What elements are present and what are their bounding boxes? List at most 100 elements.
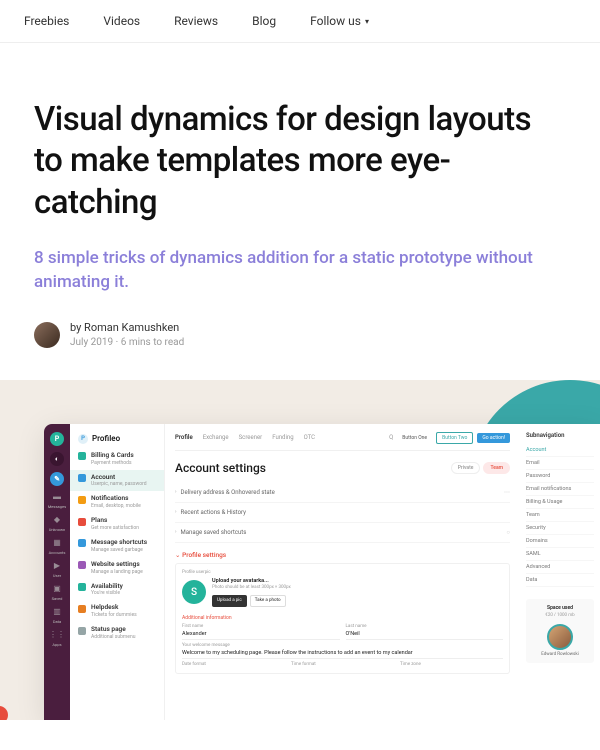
article: Visual dynamics for design layouts to ma… [0,43,600,380]
sidebar-item[interactable]: Status pageAdditional submenu [70,622,164,644]
section-heading: ⌄ Profile settings [175,543,510,561]
rail-icon[interactable]: ◐ [50,452,64,466]
hero-section: P ◐ ✎ ▬Messages ◆Unknown ▦Accounts ▶User… [0,380,600,720]
nav-freebies[interactable]: Freebies [24,14,69,28]
sidebar-item[interactable]: AccountUserpic, name, password [70,470,164,492]
subnav-item[interactable]: Account [526,444,594,457]
toggle-icon[interactable]: ⋯ [504,489,510,496]
subnav-item[interactable]: Billing & Usage [526,496,594,509]
messages-icon[interactable]: ▬ [52,492,62,502]
tab-funding[interactable]: Funding [272,434,293,441]
menu-icon [78,474,86,482]
nav-blog[interactable]: Blog [252,14,276,28]
space-label: Space used [532,605,588,611]
tab-exchange[interactable]: Exchange [203,434,229,441]
tab-screener[interactable]: Screener [239,434,263,441]
profile-settings-box: Profile userpic S Upload your avatarka..… [175,563,510,674]
apps-icon[interactable]: ⋮⋮ [52,630,62,640]
sidebar-item[interactable]: AvailabilityYou're visible [70,579,164,601]
subnav-item[interactable]: Email notifications [526,483,594,496]
rail-icon[interactable]: ✎ [50,472,64,486]
subnav-item[interactable]: Data [526,574,594,587]
subnav-item[interactable]: Advanced [526,561,594,574]
nav-reviews[interactable]: Reviews [174,14,218,28]
go-action-button[interactable]: Go action! [477,433,510,443]
dashboard-mockup: P ◐ ✎ ▬Messages ◆Unknown ▦Accounts ▶User… [44,424,600,720]
chevron-right-icon: › [175,489,177,495]
page-heading: Account settings Private Team [175,461,510,475]
last-name-input[interactable]: O'Neil [346,629,504,640]
menu-icon [78,627,86,635]
chevron-down-icon: ▾ [365,17,369,26]
toggle-icon[interactable]: ○ [506,529,510,536]
time-format-label: Time format [291,662,394,667]
menu-icon [78,518,86,526]
subnav-item[interactable]: Security [526,522,594,535]
menu-icon [78,561,86,569]
settings-row[interactable]: ›Recent actions & History [175,503,510,523]
upload-pic-button[interactable]: Upload a pic [212,595,247,607]
menu-icon [78,605,86,613]
upload-hint: Photo should be at least 300px × 300px [212,585,291,591]
chip-private[interactable]: Private [451,462,481,474]
sidebar-item[interactable]: HelpdeskTickets for dummies [70,600,164,622]
subnav-item[interactable]: Domains [526,535,594,548]
author-avatar [34,322,60,348]
chip-team[interactable]: Team [483,462,510,474]
article-meta: July 2019 · 6 mins to read [70,336,184,350]
main-panel: Profile Exchange Screener Funding OTC Q … [165,424,600,720]
tab-otc[interactable]: OTC [304,434,315,441]
date-format-label: Date format [182,662,285,667]
sidebar-logo[interactable]: PProfileo [70,430,164,448]
settings-row[interactable]: ›Delivery address & Onhovered state⋯ [175,483,510,503]
menu-icon [78,496,86,504]
profile-avatar: S [182,580,206,604]
nav-follow[interactable]: Follow us▾ [310,14,369,28]
sidebar-item[interactable]: Website settingsManage a landing page [70,557,164,579]
right-sidebar: Subnavigation AccountEmailPasswordEmail … [520,424,600,720]
settings-row[interactable]: ›Manage saved shortcuts○ [175,523,510,543]
decorative-circle [0,706,8,720]
chevron-right-icon: › [175,509,177,515]
byline: by Roman Kamushken July 2019 · 6 mins to… [34,320,566,349]
article-title: Visual dynamics for design layouts to ma… [34,99,566,223]
saved-icon[interactable]: ▣ [52,584,62,594]
subnav-heading: Subnavigation [526,432,594,439]
author-name: by Roman Kamushken [70,320,184,335]
icon-rail: P ◐ ✎ ▬Messages ◆Unknown ▦Accounts ▶User… [44,424,70,720]
profile-userpic-label: Profile userpic [182,570,503,575]
sidebar-item[interactable]: Message shortcutsManage saved garbage [70,535,164,557]
time-zone-label: Time zone [400,662,503,667]
first-name-input[interactable]: Alexander [182,629,340,640]
nav-videos[interactable]: Videos [103,14,140,28]
article-subtitle: 8 simple tricks of dynamics addition for… [34,247,566,295]
button-two[interactable]: Button Two [436,432,473,444]
button-one[interactable]: Button One [397,433,432,443]
tab-profile[interactable]: Profile [175,434,193,441]
menu-icon [78,539,86,547]
sidebar-item[interactable]: NotificationsEmail, desktop, mobile [70,491,164,513]
space-used-widget: Space used €20 / 1000 mb Edward Rowlowsk… [526,599,594,663]
search-icon[interactable]: Q [389,434,393,441]
sidebar-item[interactable]: PlansGet more satisfaction [70,513,164,535]
sidebar-item[interactable]: Billing & CardsPayment methods [70,448,164,470]
data-icon[interactable]: ▥ [52,607,62,617]
subnav-item[interactable]: Password [526,470,594,483]
subnav-item[interactable]: SAML [526,548,594,561]
unknown-icon[interactable]: ◆ [52,515,62,525]
user-avatar [547,624,573,650]
space-value: €20 / 1000 mb [532,613,588,618]
menu-icon [78,452,86,460]
user-icon[interactable]: ▶ [52,561,62,571]
top-tabs: Profile Exchange Screener Funding OTC Q … [175,424,510,451]
user-name: Edward Rowlowski [532,652,588,657]
welcome-input[interactable]: Welcome to my scheduling page. Please fo… [182,648,503,659]
rail-logo[interactable]: P [50,432,64,446]
additional-info-heading: Additional information [182,615,503,621]
take-photo-button[interactable]: Take a photo [250,595,286,607]
subnav-item[interactable]: Team [526,509,594,522]
subnav-item[interactable]: Email [526,457,594,470]
chevron-right-icon: › [175,529,177,535]
accounts-icon[interactable]: ▦ [52,538,62,548]
sidebar: PProfileo Billing & CardsPayment methods… [70,424,165,720]
